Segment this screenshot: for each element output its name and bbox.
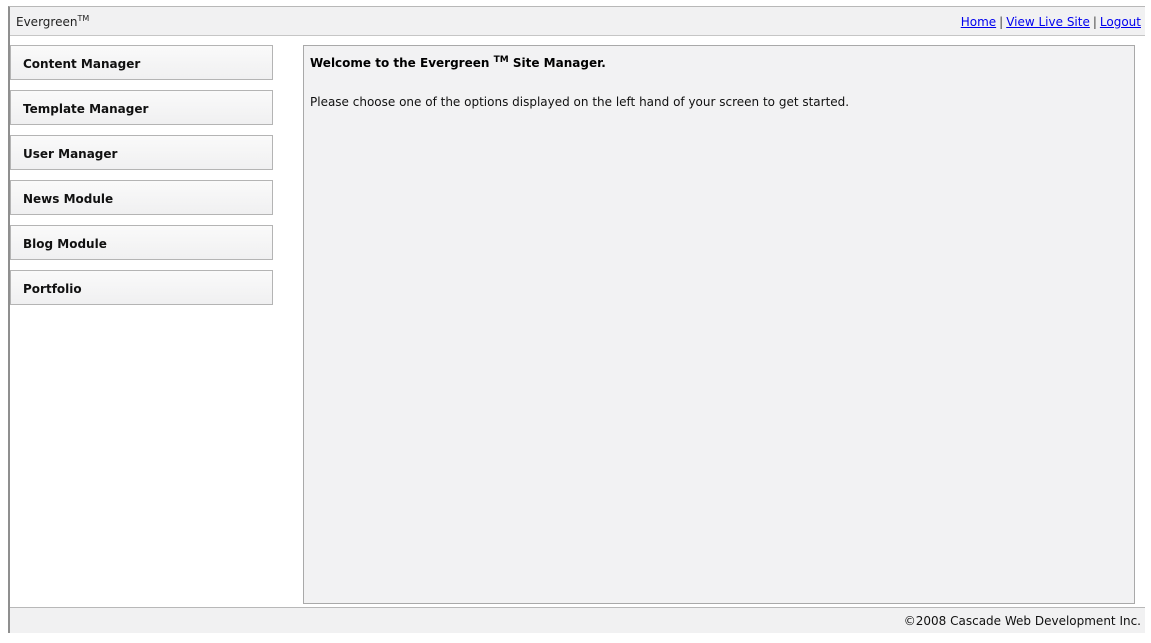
welcome-prefix: Welcome to the Evergreen xyxy=(310,56,494,70)
sidebar-item-label: Portfolio xyxy=(23,282,82,296)
view-live-site-link[interactable]: View Live Site xyxy=(1006,15,1090,29)
brand-trademark: TM xyxy=(77,14,90,23)
brand-logo: EvergreenTM xyxy=(16,14,89,29)
sidebar-item-label: Blog Module xyxy=(23,237,107,251)
link-separator: | xyxy=(1092,15,1097,29)
copyright-text: ©2008 Cascade Web Development Inc. xyxy=(903,614,1141,628)
sidebar-nav: Content Manager Template Manager User Ma… xyxy=(10,45,274,315)
main-content-panel: Welcome to the Evergreen TM Site Manager… xyxy=(303,45,1135,604)
welcome-suffix: Site Manager. xyxy=(508,56,606,70)
sidebar-item-label: Template Manager xyxy=(23,102,149,116)
header-bar: EvergreenTM Home | View Live Site | Logout xyxy=(10,7,1145,36)
top-links: Home | View Live Site | Logout xyxy=(961,15,1141,29)
sidebar-item-portfolio[interactable]: Portfolio xyxy=(10,270,273,305)
welcome-heading: Welcome to the Evergreen TM Site Manager… xyxy=(310,55,606,70)
brand-name: Evergreen xyxy=(16,15,78,29)
intro-text: Please choose one of the options display… xyxy=(310,95,850,109)
logout-link[interactable]: Logout xyxy=(1100,15,1141,29)
link-separator: | xyxy=(999,15,1004,29)
sidebar-item-news-module[interactable]: News Module xyxy=(10,180,273,215)
sidebar-item-user-manager[interactable]: User Manager xyxy=(10,135,273,170)
home-link[interactable]: Home xyxy=(961,15,996,29)
footer-bar: ©2008 Cascade Web Development Inc. xyxy=(10,607,1145,633)
sidebar-item-blog-module[interactable]: Blog Module xyxy=(10,225,273,260)
sidebar-item-template-manager[interactable]: Template Manager xyxy=(10,90,273,125)
sidebar-item-content-manager[interactable]: Content Manager xyxy=(10,45,273,80)
welcome-trademark: TM xyxy=(493,55,509,65)
sidebar-item-label: News Module xyxy=(23,192,114,206)
sidebar-item-label: Content Manager xyxy=(23,57,141,71)
app-frame: EvergreenTM Home | View Live Site | Logout C… xyxy=(8,6,1145,633)
sidebar-item-label: User Manager xyxy=(23,147,118,161)
